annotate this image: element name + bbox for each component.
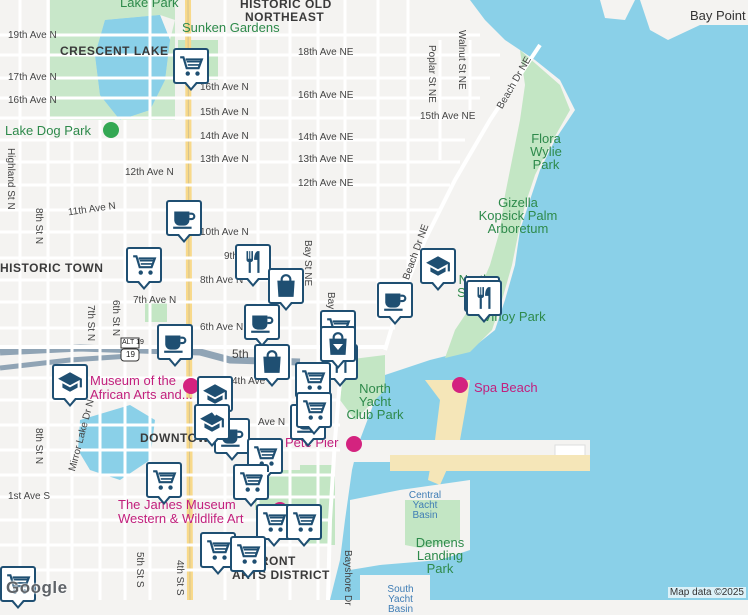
cafe-marker[interactable] (244, 304, 280, 347)
park-label: Lake Park (120, 0, 179, 10)
shopping-marker[interactable] (268, 268, 304, 311)
street-label: 18th Ave NE (298, 47, 354, 58)
poi-label: Spa Beach (474, 380, 538, 395)
street-label: 7th St N (85, 305, 96, 342)
street-label: 5th St S (134, 552, 145, 588)
restaurant-icon (471, 285, 497, 311)
street-label: 16th Ave NE (298, 90, 354, 101)
cafe-marker[interactable] (377, 282, 413, 325)
street-label: Walnut St NE (456, 30, 467, 90)
camera-icon[interactable] (346, 436, 362, 452)
map-attribution[interactable]: Map data ©2025 (667, 587, 746, 598)
cafe-icon (171, 205, 197, 231)
water-label: Central Yacht Basin (408, 490, 442, 521)
school-marker[interactable] (52, 364, 88, 407)
cafe-marker[interactable] (157, 324, 193, 367)
poi-label: Western & Wildlife Art (118, 511, 244, 526)
grocery-marker[interactable] (230, 536, 266, 579)
cafe-icon (382, 287, 408, 313)
street-label: 19th Ave N (8, 30, 57, 41)
poi-label: Museum of the (90, 373, 176, 388)
cafe-marker[interactable] (166, 200, 202, 243)
park-label: Gizella Kopsick Palm Arboretum (478, 195, 558, 236)
street-label: 15th Ave NE (420, 111, 476, 122)
grocery-icon (235, 541, 261, 567)
highway-shield-label: 19 (126, 350, 135, 359)
grocery-marker[interactable] (146, 462, 182, 505)
street-label: 15th Ave N (200, 107, 249, 118)
shopping-marker[interactable] (254, 344, 290, 387)
street-label: Poplar St NE (426, 45, 437, 103)
park-label: Demens Landing Park (415, 535, 465, 576)
park-icon[interactable] (103, 122, 119, 138)
grocery-marker[interactable] (286, 504, 322, 547)
grocery-icon (205, 537, 231, 563)
cafe-icon (162, 329, 188, 355)
street-label: 17th Ave N (8, 72, 57, 83)
neighborhood-label: HISTORIC OLD (240, 0, 332, 11)
grocery-marker[interactable] (126, 247, 162, 290)
highway-shield-label: ALT 19 (122, 339, 144, 346)
street-label: 6th St N (110, 300, 121, 337)
map-canvas[interactable]: HISTORIC OLD NORTHEAST CRESCENT LAKE DOW… (0, 0, 748, 615)
water-label: South Yacht Basin (387, 584, 414, 615)
school-icon (425, 253, 451, 279)
cafe-icon (249, 309, 275, 335)
street-label: 1st Ave S (8, 491, 51, 502)
park-label: North Yacht Club Park (346, 381, 404, 422)
street-label: 16th Ave N (200, 82, 249, 93)
street-label: Ave N (258, 417, 286, 428)
street-label: 14th Ave NE (298, 132, 354, 143)
street-label: Bay (325, 292, 336, 310)
grocery-icon (291, 509, 317, 535)
poi-label: The James Museum (118, 497, 236, 512)
street-label: 16th Ave N (8, 95, 57, 106)
street-label: 12th Ave NE (298, 178, 354, 189)
shopping-icon (273, 273, 299, 299)
street-label: 8th St N (33, 208, 44, 245)
street-label: 13th Ave N (200, 154, 249, 165)
shopping-icon (259, 349, 285, 375)
street-label: 8th St N (33, 428, 44, 465)
street-label: 14th Ave N (200, 131, 249, 142)
grocery-icon (151, 467, 177, 493)
street-label: 7th Ave N (133, 295, 177, 306)
park-label: Lake Dog Park (5, 123, 91, 138)
street-label: 6th Ave N (200, 322, 244, 333)
grocery-icon (178, 53, 204, 79)
park-label: Sunken Gardens (182, 20, 280, 35)
street-label: Bayshore Dr (342, 550, 353, 606)
google-logo: Google (6, 578, 68, 597)
grocery-marker[interactable] (233, 464, 269, 507)
place-label: Bay Point (690, 8, 746, 23)
street-label: 5th (232, 347, 249, 361)
restaurant-icon (240, 249, 266, 275)
grocery-icon (300, 367, 326, 393)
restaurant-marker[interactable] (235, 244, 271, 287)
neighborhood-label: HISTORIC TOWN (0, 261, 104, 275)
school-icon (57, 369, 83, 395)
park-label: Flora Wylie Park (530, 131, 562, 172)
camera-icon[interactable] (452, 377, 468, 393)
street-label: 12th Ave N (125, 167, 174, 178)
grocery-icon (131, 252, 157, 278)
neighborhood-label: CRESCENT LAKE (60, 44, 169, 58)
street-label: Highland St N (5, 148, 16, 210)
school-marker[interactable] (420, 248, 456, 291)
street-label: 10th Ave N (200, 227, 249, 238)
poi-label: African Arts and... (90, 387, 193, 402)
street-label: 13th Ave NE (298, 154, 354, 165)
street-label: 4th St S (174, 560, 185, 596)
grocery-marker[interactable] (173, 48, 209, 91)
grocery-icon (261, 509, 287, 535)
